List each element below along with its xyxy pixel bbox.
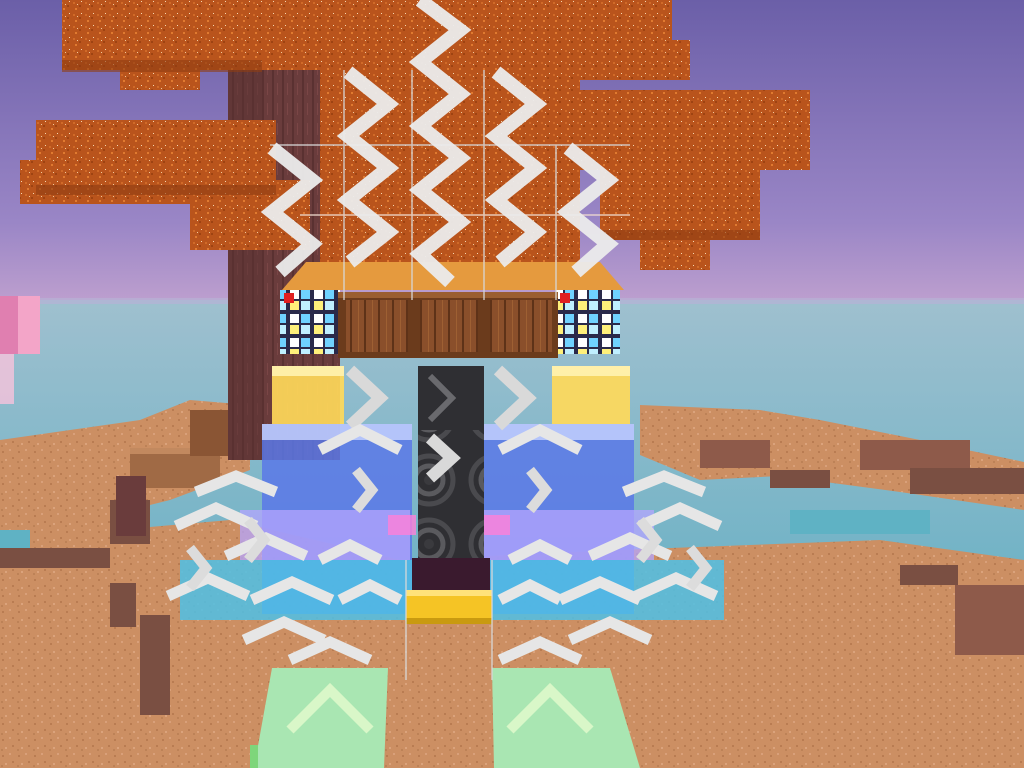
speaker-pillar bbox=[412, 366, 490, 590]
gold-block bbox=[406, 590, 492, 624]
wooden-shelf bbox=[338, 292, 558, 358]
game-viewport[interactable] bbox=[0, 0, 1024, 768]
